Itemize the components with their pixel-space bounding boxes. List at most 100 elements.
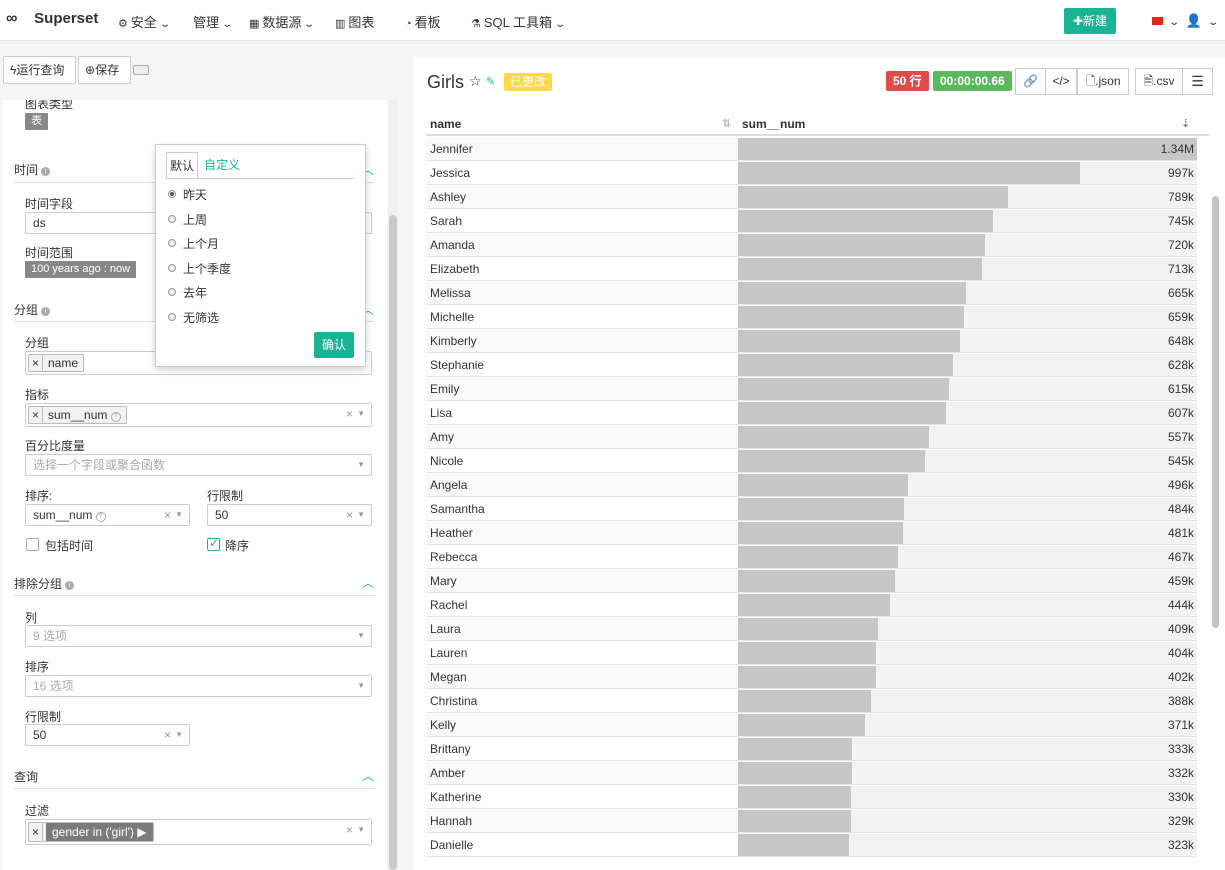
row-limit2-select[interactable]: 50 × ▼ <box>25 724 190 746</box>
query-section-label: 查询 <box>14 770 39 784</box>
not-grouped-section-title[interactable]: 排除分组 i <box>14 575 75 592</box>
nav-sources[interactable]: ▦ 数据源 ⌄ <box>249 12 315 31</box>
row-limit-select[interactable]: 50 × ▼ <box>207 504 372 526</box>
include-time-checkbox[interactable] <box>26 538 39 551</box>
value-bar <box>738 618 878 640</box>
cell-value: 545k <box>1167 454 1194 468</box>
table-scrollbar-thumb[interactable] <box>1212 196 1219 628</box>
flask-icon: ⚗ <box>471 18 481 30</box>
columns-label: 列 <box>25 611 38 625</box>
cell-name: Lauren <box>430 646 468 660</box>
group-section-title[interactable]: 分组 i <box>14 301 51 318</box>
radio-button[interactable] <box>168 312 176 321</box>
nav-sources-label: 数据源 <box>262 15 302 30</box>
radio-option-label[interactable]: 去年 <box>183 284 207 301</box>
groupby-tag[interactable]: × name <box>28 354 85 372</box>
info-icon: i <box>65 581 75 590</box>
order2-select[interactable]: 16 选项 ▼ <box>25 675 372 697</box>
value-bar <box>738 378 949 400</box>
group-section-label: 分组 <box>14 303 39 317</box>
cell-value: 330k <box>1167 790 1194 804</box>
chevron-down-icon[interactable]: ⌄ <box>1207 17 1219 28</box>
file-text-icon: 🗎 <box>1143 74 1154 88</box>
file-icon: 🗋 <box>1085 74 1096 88</box>
table-row: Amy 557k <box>426 425 1197 449</box>
time-range-value[interactable]: 100 years ago : now <box>25 261 137 278</box>
new-button[interactable]: ✚新建 <box>1064 8 1116 34</box>
table-row: Heather 481k <box>426 521 1197 545</box>
caret-down-icon: ▼ <box>357 409 365 418</box>
control-panel-scrollbar-thumb[interactable] <box>389 215 397 870</box>
remove-tag-icon[interactable]: × <box>29 355 43 371</box>
keyboard-icon[interactable] <box>133 65 149 75</box>
cell-value: 789k <box>1167 190 1194 204</box>
col-header-name[interactable]: name <box>430 117 461 131</box>
tab-custom[interactable]: 自定义 <box>201 152 243 179</box>
value-bar <box>738 714 865 736</box>
chart-type-value[interactable]: 表 <box>25 113 48 130</box>
clear-icon[interactable]: × <box>164 505 171 525</box>
clear-icon[interactable]: × <box>164 725 171 745</box>
descending-checkbox[interactable] <box>207 536 220 551</box>
remove-tag-icon[interactable]: × <box>29 823 43 841</box>
radio-button[interactable] <box>168 239 176 247</box>
percent-metrics-select[interactable]: 选择一个字段或聚合函数 ▼ <box>25 454 372 476</box>
embed-button[interactable]: </> <box>1045 68 1077 95</box>
more-button[interactable]: ☰ <box>1182 68 1213 95</box>
radio-option-label[interactable]: 上个月 <box>183 235 219 252</box>
radio-button[interactable] <box>168 190 176 198</box>
value-bar <box>738 186 1008 208</box>
percent-metrics-placeholder: 选择一个字段或聚合函数 <box>33 458 166 472</box>
radio-button[interactable] <box>168 263 176 272</box>
link-button[interactable]: 🔗 <box>1015 68 1046 95</box>
clear-icon[interactable]: × <box>346 404 353 424</box>
sort-icon[interactable]: ⇅ <box>722 117 731 130</box>
clear-icon[interactable]: × <box>346 820 353 840</box>
col-header-value[interactable]: sum__num <box>742 117 805 131</box>
cell-value: 496k <box>1167 478 1194 492</box>
brand-logo[interactable]: ∞ Superset <box>6 10 98 28</box>
radio-option-label[interactable]: 昨天 <box>183 186 207 203</box>
radio-button[interactable] <box>168 288 176 296</box>
order-select[interactable]: sum__num ? × ▼ <box>25 504 190 526</box>
tab-default[interactable]: 默认 <box>166 152 199 179</box>
columns-select[interactable]: 9 选项 ▼ <box>25 625 372 647</box>
chevron-up-icon[interactable]: ︿ <box>362 574 374 591</box>
info-icon: i <box>41 307 51 316</box>
cell-name: Amber <box>430 766 466 780</box>
sort-desc-icon[interactable]: ⇣ <box>1181 117 1190 130</box>
nav-manage[interactable]: 管理 ⌄ <box>193 12 233 31</box>
edit-icon[interactable]: ✎ <box>486 75 495 88</box>
time-section-title[interactable]: 时间 i <box>14 161 51 178</box>
json-button[interactable]: 🗋.json <box>1077 68 1129 95</box>
metrics-tag[interactable]: × sum__num ? <box>28 406 127 424</box>
chevron-down-icon[interactable]: ⌄ <box>1168 17 1180 28</box>
cell-name: Danielle <box>430 838 474 852</box>
cell-name: Emily <box>430 382 460 396</box>
nav-charts[interactable]: ▥ 图表 <box>335 12 374 31</box>
nav-security[interactable]: ⚙ 安全 ⌄ <box>118 12 171 31</box>
language-flag-icon[interactable] <box>1152 17 1163 25</box>
csv-button[interactable]: 🗎.csv <box>1135 68 1183 95</box>
filter-tag[interactable]: × gender in ('girl') ▶ <box>28 822 154 842</box>
star-icon[interactable]: ☆ <box>469 73 482 90</box>
user-icon[interactable]: 👤 <box>1186 13 1202 28</box>
value-bar <box>738 522 903 544</box>
chart-title[interactable]: Girls <box>427 72 464 93</box>
remove-tag-icon[interactable]: × <box>29 407 43 423</box>
radio-option-label[interactable]: 无筛选 <box>183 309 219 326</box>
radio-button[interactable] <box>168 214 176 223</box>
nav-sqllab[interactable]: ⚗ SQL 工具箱 ⌄ <box>471 12 566 31</box>
query-section-title[interactable]: 查询 <box>14 768 38 785</box>
radio-option-label[interactable]: 上个季度 <box>183 260 231 277</box>
run-query-button[interactable]: ϟ运行查询 <box>3 56 76 84</box>
save-button[interactable]: ⊕保存 <box>78 56 131 84</box>
clear-icon[interactable]: × <box>346 505 353 525</box>
row-count-badge: 50 行 <box>886 71 929 91</box>
cell-name: Megan <box>430 670 467 684</box>
ok-button[interactable]: 确认 <box>314 332 354 358</box>
value-bar <box>738 138 1197 160</box>
radio-option-label[interactable]: 上周 <box>183 211 207 228</box>
chevron-up-icon[interactable]: ︿ <box>362 767 374 784</box>
nav-dashboards[interactable]: ◔ 看板 <box>405 12 441 31</box>
